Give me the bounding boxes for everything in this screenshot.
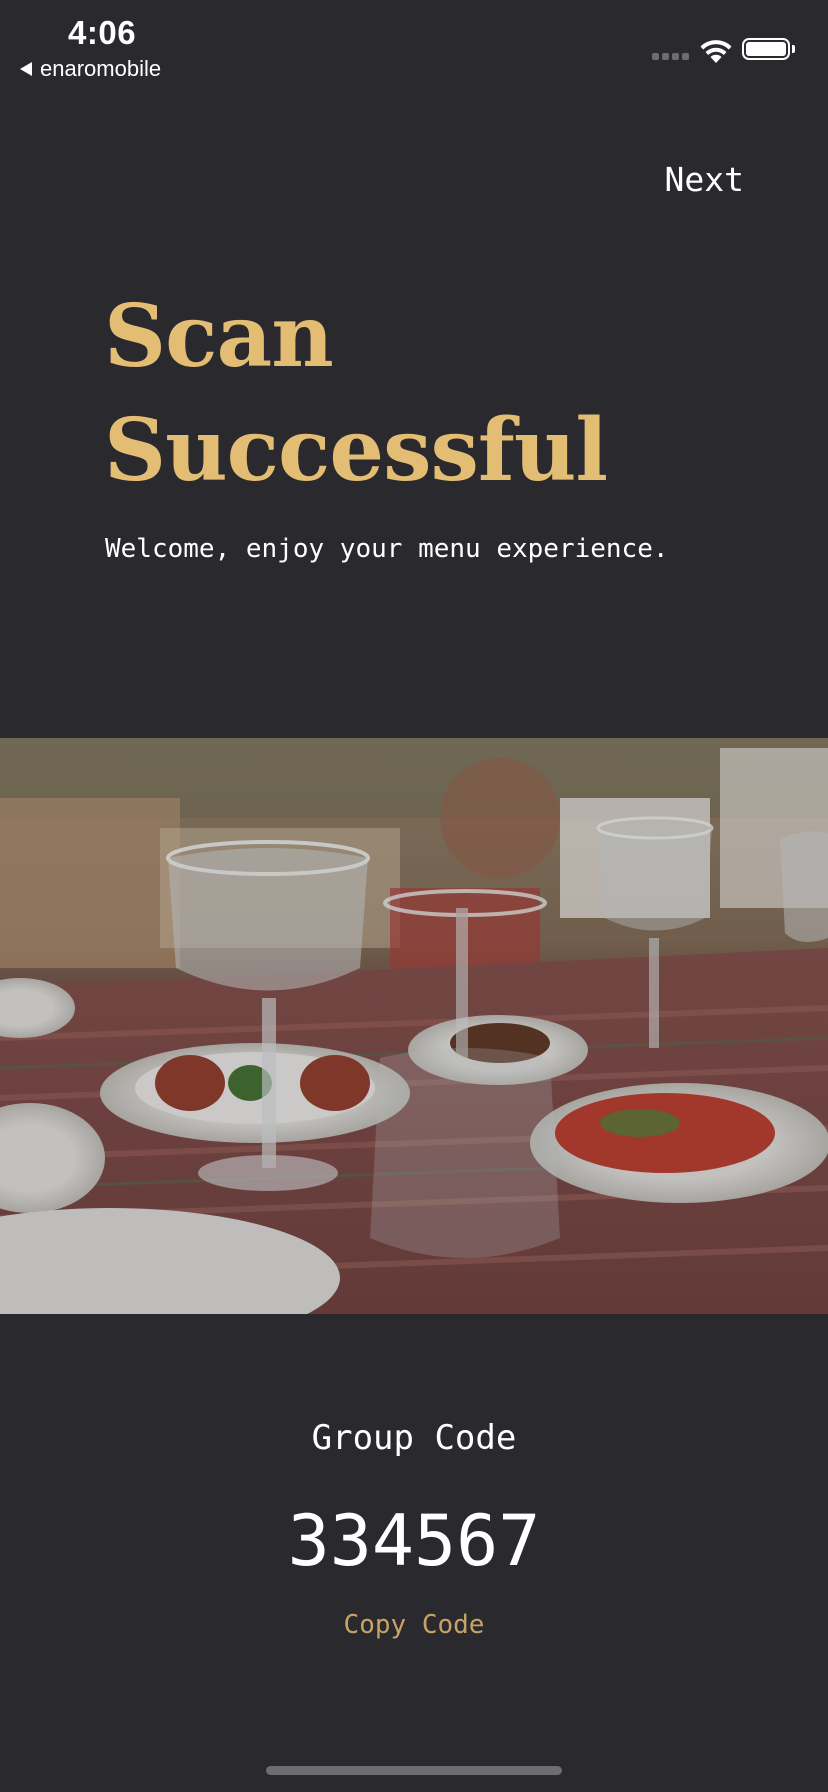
next-button[interactable]: Next [665,160,744,199]
status-time: 4:06 [68,14,137,51]
battery-icon [742,38,790,60]
dining-table-photo [0,738,828,1314]
cellular-signal-icon [652,53,689,60]
battery-cap [792,45,795,53]
home-indicator[interactable] [266,1766,562,1775]
title-line-1: Scan [104,286,334,387]
title-line-2: Successful [104,400,608,501]
scan-success-screen: 4:06 enaromobile Next Scan Successful We… [0,0,828,1792]
back-arrow-icon [20,62,32,76]
back-app-label: enaromobile [40,56,162,81]
wifi-icon [700,40,732,63]
welcome-subtitle: Welcome, enjoy your menu experience. [105,534,669,564]
group-code-value: 334567 [287,1500,541,1582]
page-title: Scan Successful [104,280,608,508]
copy-code-button[interactable]: Copy Code [0,1610,828,1640]
group-code-label: Group Code [311,1418,517,1458]
back-to-app-link[interactable]: enaromobile [20,56,161,82]
